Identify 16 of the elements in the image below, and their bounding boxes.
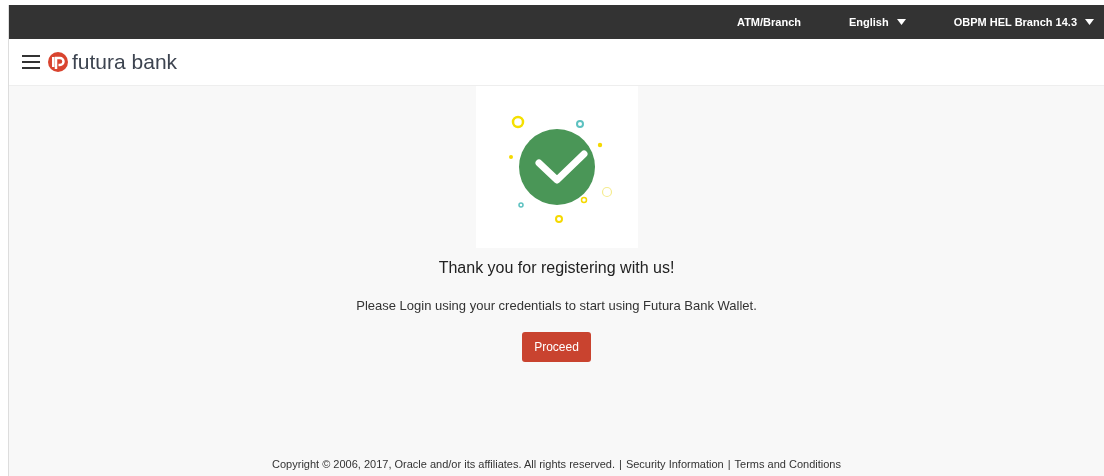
proceed-button[interactable]: Proceed <box>522 331 591 362</box>
info-message: Please Login using your credentials to start using Futura Bank Wallet. <box>356 297 757 315</box>
separator-text: | <box>727 456 731 472</box>
nav-link[interactable]: ATM/Branch <box>737 13 801 31</box>
caret-icon <box>1085 19 1094 25</box>
copyright-text: Copyright © 2006, 2017, Oracle and/or its affiliates. All rights reserved. <box>272 456 615 472</box>
footer-link[interactable]: Security Information <box>625 455 724 472</box>
footer-link[interactable]: Terms and Conditions <box>734 455 841 472</box>
caret-icon <box>896 19 906 25</box>
dropdown-link[interactable]: OBPM HEL Branch 14.3 <box>953 13 1094 31</box>
success-title: Thank you for registering with us! <box>438 258 675 278</box>
logo-icon <box>48 52 68 72</box>
menu-icon[interactable] <box>22 54 40 70</box>
dropdown-link[interactable]: English <box>849 13 906 31</box>
brand-name: futura bank <box>72 49 178 76</box>
separator-text: | <box>619 456 622 472</box>
